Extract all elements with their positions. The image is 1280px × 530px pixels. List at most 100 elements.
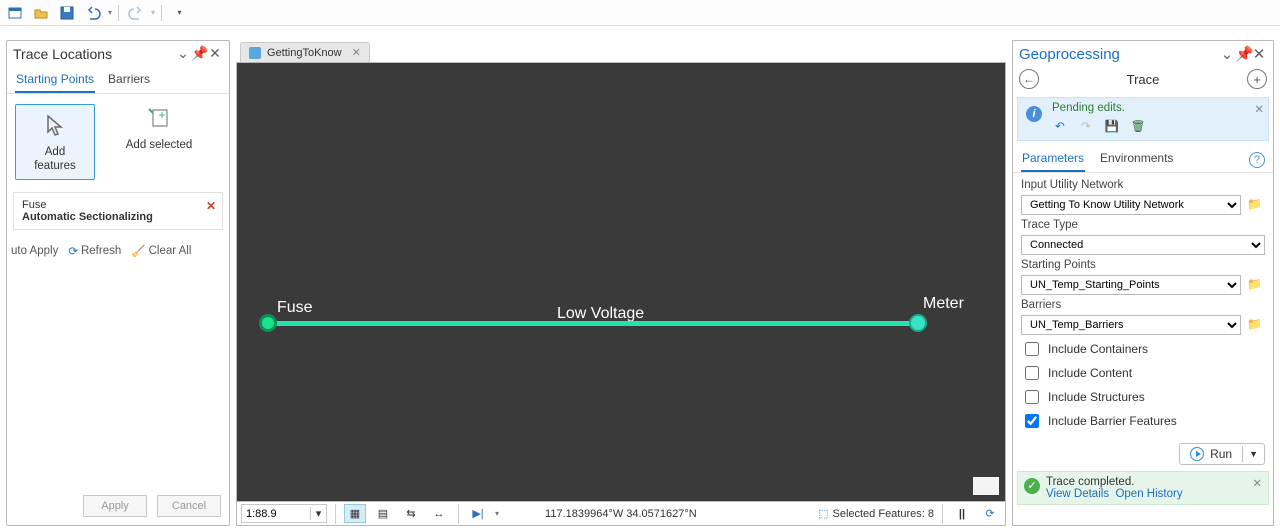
refresh-button[interactable]: ⟳Refresh bbox=[68, 244, 121, 258]
customize-qat-icon[interactable]: ▾ bbox=[168, 3, 190, 23]
new-project-icon[interactable] bbox=[4, 3, 26, 23]
cb-include-structures[interactable]: Include Structures bbox=[1021, 387, 1265, 407]
gp-tool-name: Trace bbox=[1039, 72, 1247, 87]
browse-icon[interactable]: 📁 bbox=[1247, 197, 1265, 213]
dynamic-con-icon[interactable]: ▶| bbox=[467, 504, 489, 523]
label-input-network: Input Utility Network bbox=[1021, 179, 1265, 191]
discard-edits-icon[interactable]: 🗑 bbox=[1130, 118, 1146, 134]
cursor-icon bbox=[35, 111, 75, 141]
left-actions-bar: uto Apply ⟳Refresh 🧹Clear All bbox=[7, 238, 229, 264]
browse-icon[interactable]: 📁 bbox=[1247, 277, 1265, 293]
close-status-icon[interactable]: ✕ bbox=[1252, 476, 1262, 490]
pane-title: Trace Locations bbox=[13, 46, 175, 62]
input-network-select[interactable]: Getting To Know Utility Network bbox=[1021, 195, 1241, 215]
coordinates-readout: 117.1839964°W 34.0571627°N bbox=[545, 508, 697, 520]
add-features-button[interactable]: Addfeatures bbox=[15, 104, 95, 180]
save-edits-icon[interactable]: 💾 bbox=[1104, 118, 1120, 134]
status-message: Trace completed. bbox=[1046, 476, 1240, 488]
browse-icon[interactable]: 📁 bbox=[1247, 317, 1265, 333]
pause-draw-icon[interactable]: || bbox=[951, 504, 973, 523]
add-tool-icon[interactable]: + bbox=[1247, 69, 1267, 89]
selected-features-count: Selected Features: 8 bbox=[832, 508, 934, 520]
trace-type-select[interactable]: Connected bbox=[1021, 235, 1265, 255]
gp-tabs: Parameters Environments ? bbox=[1013, 141, 1273, 173]
label-starting-points: Starting Points bbox=[1021, 259, 1265, 271]
undo-icon[interactable] bbox=[82, 3, 104, 23]
back-icon[interactable]: ← bbox=[1019, 69, 1039, 89]
scale-dropdown-icon[interactable]: ▾ bbox=[310, 507, 326, 520]
undo-edit-icon[interactable]: ↶ bbox=[1052, 118, 1068, 134]
selection-icon[interactable]: ⬚ bbox=[818, 507, 828, 520]
open-project-icon[interactable] bbox=[30, 3, 52, 23]
pane-header: Trace Locations ⌄ 📌 ✕ bbox=[7, 41, 229, 66]
add-selected-button[interactable]: + Add selected bbox=[119, 104, 199, 180]
close-icon[interactable]: ✕ bbox=[1251, 45, 1267, 63]
trace-locations-pane: Trace Locations ⌄ 📌 ✕ Starting Points Ba… bbox=[6, 40, 230, 526]
auto-apply-toggle[interactable]: uto Apply bbox=[11, 245, 58, 257]
redo-edit-icon[interactable]: ↷ bbox=[1078, 118, 1094, 134]
correction-icon[interactable]: ↔ bbox=[428, 504, 450, 523]
parameters-panel: Input Utility Network Getting To Know Ut… bbox=[1013, 173, 1273, 437]
constraints-icon[interactable]: ⇆ bbox=[400, 504, 422, 523]
refresh-icon: ⟳ bbox=[68, 244, 78, 258]
delete-item-icon[interactable]: ✕ bbox=[206, 199, 216, 213]
snapping-icon[interactable]: ▦ bbox=[344, 504, 366, 523]
tab-parameters[interactable]: Parameters bbox=[1021, 147, 1085, 172]
save-icon[interactable] bbox=[56, 3, 78, 23]
clear-all-button[interactable]: 🧹Clear All bbox=[131, 244, 191, 258]
pin-icon[interactable]: 📌 bbox=[191, 45, 207, 62]
play-icon bbox=[1190, 447, 1204, 461]
close-banner-icon[interactable]: ✕ bbox=[1254, 102, 1264, 116]
gp-nav: ← Trace + bbox=[1013, 67, 1273, 91]
map-icon bbox=[249, 47, 261, 59]
info-icon: i bbox=[1026, 106, 1042, 122]
cb-include-containers[interactable]: Include Containers bbox=[1021, 339, 1265, 359]
pin-icon[interactable]: 📌 bbox=[1235, 45, 1251, 63]
fuse-point[interactable] bbox=[259, 314, 277, 332]
pending-edits-banner: i ✕ Pending edits. ↶ ↷ 💾 🗑 bbox=[1017, 97, 1269, 141]
scale-field[interactable] bbox=[242, 508, 310, 520]
close-tab-icon[interactable]: ✕ bbox=[352, 46, 361, 59]
cb-include-content[interactable]: Include Content bbox=[1021, 363, 1265, 383]
gp-header: Geoprocessing ⌄ 📌 ✕ bbox=[1013, 41, 1273, 67]
cb-include-barrier-features[interactable]: Include Barrier Features bbox=[1021, 411, 1265, 431]
fuse-label: Fuse bbox=[277, 299, 313, 317]
starting-point-item[interactable]: Fuse Automatic Sectionalizing ✕ bbox=[13, 192, 223, 230]
success-icon: ✓ bbox=[1024, 478, 1040, 494]
chevron-down-icon[interactable]: ⌄ bbox=[175, 45, 191, 62]
trace-locations-tabs: Starting Points Barriers bbox=[7, 66, 229, 94]
low-voltage-line bbox=[267, 321, 922, 326]
map-tab-label: GettingToKnow bbox=[267, 47, 342, 59]
quick-access-toolbar: ▾ ▾ ▾ bbox=[0, 0, 1280, 26]
overview-icon[interactable] bbox=[973, 477, 999, 495]
redo-icon[interactable] bbox=[125, 3, 147, 23]
run-button[interactable]: Run ▼ bbox=[1179, 443, 1265, 465]
grid-icon[interactable]: ▤ bbox=[372, 504, 394, 523]
svg-text:+: + bbox=[158, 108, 165, 122]
tab-environments[interactable]: Environments bbox=[1099, 147, 1174, 172]
tab-barriers[interactable]: Barriers bbox=[107, 66, 151, 93]
scale-input[interactable]: ▾ bbox=[241, 504, 327, 523]
geoprocessing-pane: Geoprocessing ⌄ 📌 ✕ ← Trace + i ✕ Pendin… bbox=[1012, 40, 1274, 526]
gp-title: Geoprocessing bbox=[1019, 46, 1219, 63]
map-canvas[interactable]: Fuse Low Voltage Meter bbox=[236, 62, 1006, 502]
close-icon[interactable]: ✕ bbox=[207, 45, 223, 62]
barriers-select[interactable]: UN_Temp_Barriers bbox=[1021, 315, 1241, 335]
meter-label: Meter bbox=[923, 295, 964, 313]
view-details-link[interactable]: View Details bbox=[1046, 488, 1109, 500]
map-tab[interactable]: GettingToKnow ✕ bbox=[240, 42, 370, 62]
chevron-down-icon[interactable]: ⌄ bbox=[1219, 45, 1235, 63]
help-icon[interactable]: ? bbox=[1249, 152, 1265, 168]
apply-button[interactable]: Apply bbox=[83, 495, 147, 517]
tab-starting-points[interactable]: Starting Points bbox=[15, 66, 95, 93]
starting-points-select[interactable]: UN_Temp_Starting_Points bbox=[1021, 275, 1241, 295]
map-area: GettingToKnow ✕ Fuse Low Voltage Meter ▾… bbox=[236, 40, 1006, 526]
cancel-button[interactable]: Cancel bbox=[157, 495, 221, 517]
item-subtitle: Automatic Sectionalizing bbox=[22, 211, 214, 223]
run-dropdown-icon[interactable]: ▼ bbox=[1242, 446, 1264, 462]
broom-icon: 🧹 bbox=[131, 244, 145, 258]
label-trace-type: Trace Type bbox=[1021, 219, 1265, 231]
meter-point[interactable] bbox=[909, 314, 927, 332]
open-history-link[interactable]: Open History bbox=[1115, 488, 1182, 500]
refresh-map-icon[interactable]: ⟳ bbox=[979, 504, 1001, 523]
